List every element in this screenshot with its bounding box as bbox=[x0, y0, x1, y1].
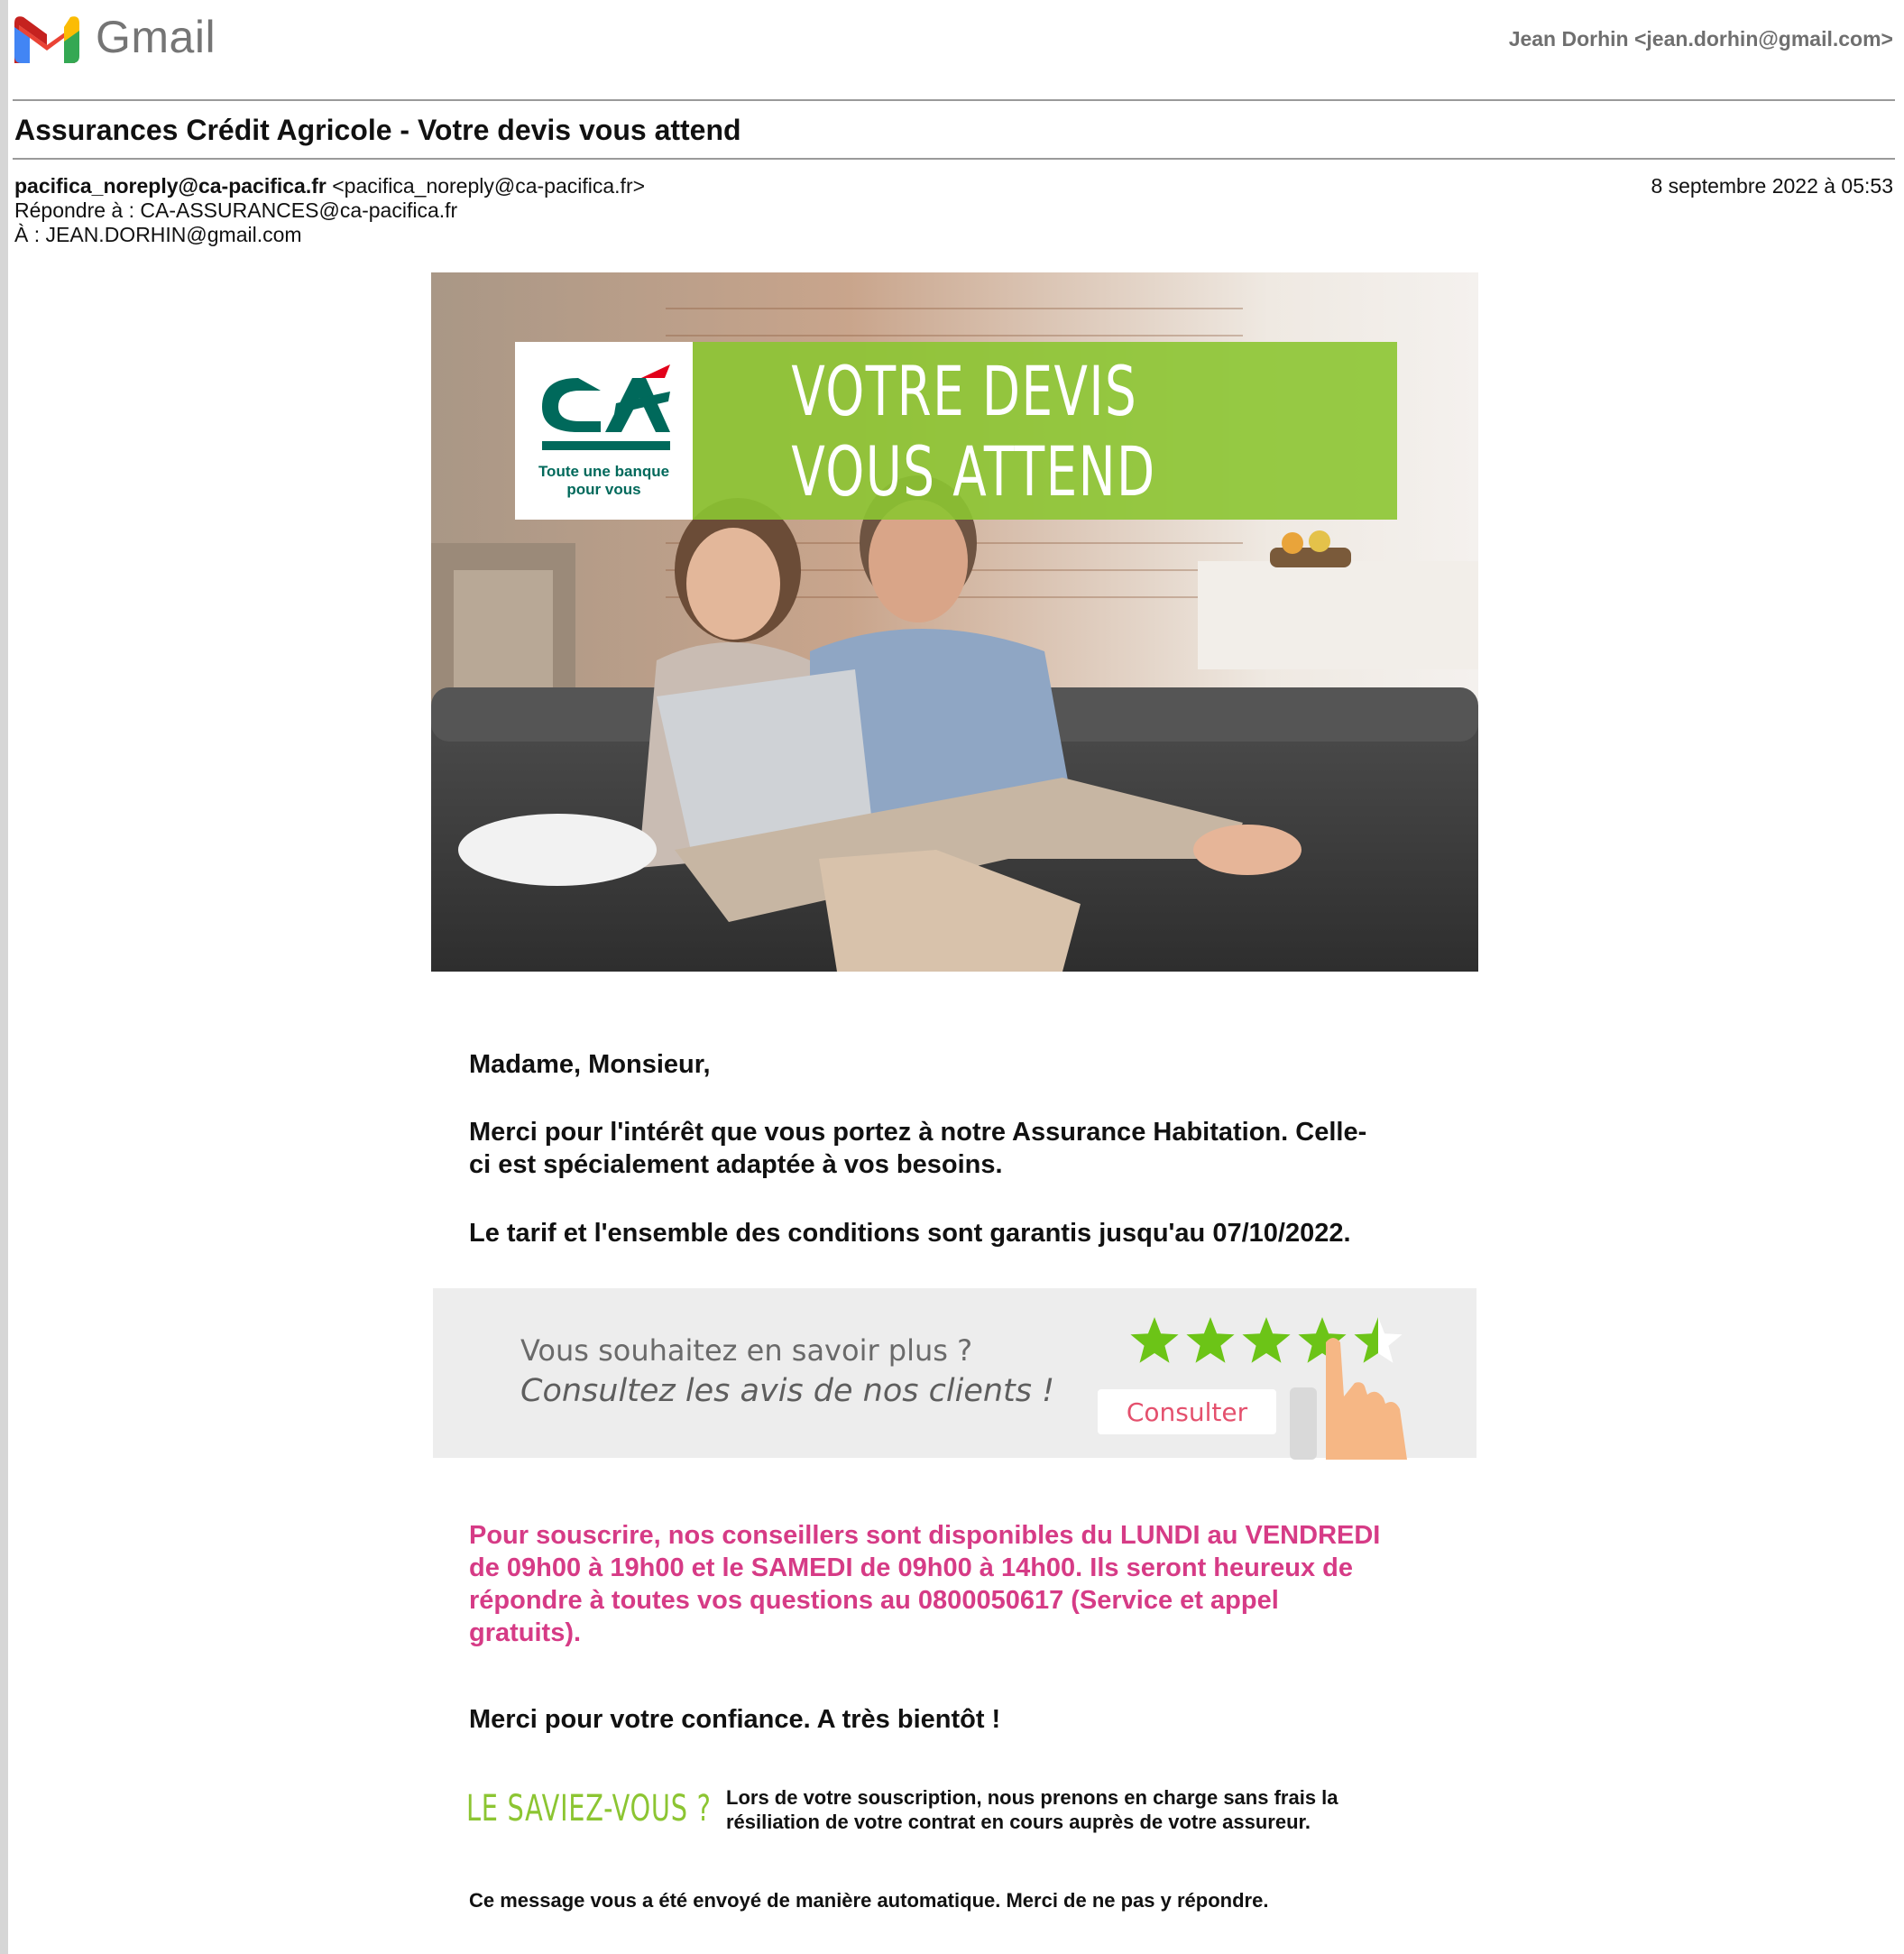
validity-paragraph: Le tarif et l'ensemble des conditions so… bbox=[469, 1219, 1351, 1248]
reply-to[interactable]: Répondre à : CA-ASSURANCES@ca-pacifica.f… bbox=[14, 198, 645, 223]
star bbox=[1242, 1317, 1291, 1363]
ca-tagline: Toute une banque pour vous bbox=[515, 463, 693, 499]
automatic-message-note: Ce message vous a été envoyé de manière … bbox=[469, 1889, 1269, 1912]
intro-paragraph: Merci pour l'intérêt que vous portez à n… bbox=[469, 1116, 1366, 1181]
account-label[interactable]: Jean Dorhin <jean.dorhin@gmail.com> bbox=[1509, 27, 1893, 51]
hero-image: Toute une banque pour vous VOTRE DEVIS V… bbox=[431, 272, 1478, 972]
app-name: Gmail bbox=[96, 12, 216, 62]
pointing-hand-icon bbox=[1290, 1338, 1407, 1460]
ca-tagline-line1: Toute une banque bbox=[538, 463, 670, 480]
sender-address[interactable]: <pacifica_noreply@ca-pacifica.fr> bbox=[332, 174, 645, 198]
did-you-know-line-2: résiliation de votre contrat en cours au… bbox=[726, 1811, 1311, 1833]
email-meta: pacifica_noreply@ca-pacifica.fr <pacific… bbox=[14, 174, 645, 247]
ca-logo: Toute une banque pour vous bbox=[515, 342, 693, 520]
star bbox=[1186, 1317, 1235, 1363]
subject-divider bbox=[13, 158, 1895, 160]
reviews-question: Vous souhaitez en savoir plus ? bbox=[520, 1333, 973, 1368]
reviews-banner: Vous souhaitez en savoir plus ? Consulte… bbox=[433, 1288, 1476, 1460]
email-subject: Assurances Crédit Agricole - Votre devis… bbox=[14, 114, 741, 146]
left-border bbox=[0, 0, 8, 1954]
gmail-logo-icon bbox=[14, 16, 79, 63]
ca-logo-mark-icon bbox=[542, 364, 670, 450]
advisor-line-2: de 09h00 à 19h00 et le SAMEDI de 09h00 à… bbox=[469, 1553, 1353, 1582]
hero-banner: VOTRE DEVIS VOUS ATTEND bbox=[693, 342, 1397, 520]
advisor-line-4: gratuits). bbox=[469, 1618, 582, 1647]
did-you-know-title: LE SAVIEZ-VOUS ? bbox=[466, 1788, 712, 1830]
thanks-line: Merci pour votre confiance. A très bient… bbox=[469, 1705, 1001, 1734]
header-divider bbox=[13, 99, 1895, 101]
star bbox=[1130, 1317, 1179, 1363]
banner-title: VOTRE DEVIS VOUS ATTEND bbox=[791, 350, 1156, 512]
reviews-cta-text: Consultez les avis de nos clients ! bbox=[520, 1373, 1055, 1409]
email-date: 8 septembre 2022 à 05:53 bbox=[1651, 174, 1893, 198]
sender-name[interactable]: pacifica_noreply@ca-pacifica.fr bbox=[14, 174, 327, 198]
intro-line-2: ci est spécialement adaptée à vos besoin… bbox=[469, 1150, 1003, 1179]
sender-line: pacifica_noreply@ca-pacifica.fr <pacific… bbox=[14, 174, 645, 198]
advisor-info: Pour souscrire, nos conseillers sont dis… bbox=[469, 1519, 1380, 1649]
recipient[interactable]: À : JEAN.DORHIN@gmail.com bbox=[14, 223, 645, 247]
ca-tagline-line2: pour vous bbox=[566, 481, 641, 498]
did-you-know-line-1: Lors de votre souscription, nous prenons… bbox=[726, 1786, 1338, 1809]
did-you-know-text: Lors de votre souscription, nous prenons… bbox=[726, 1785, 1338, 1834]
greeting: Madame, Monsieur, bbox=[469, 1050, 711, 1079]
advisor-line-1: Pour souscrire, nos conseillers sont dis… bbox=[469, 1521, 1381, 1550]
consult-button[interactable]: Consulter bbox=[1098, 1389, 1276, 1434]
intro-line-1: Merci pour l'intérêt que vous portez à n… bbox=[469, 1118, 1367, 1147]
advisor-line-3: répondre à toutes vos questions au 08000… bbox=[469, 1586, 1279, 1615]
